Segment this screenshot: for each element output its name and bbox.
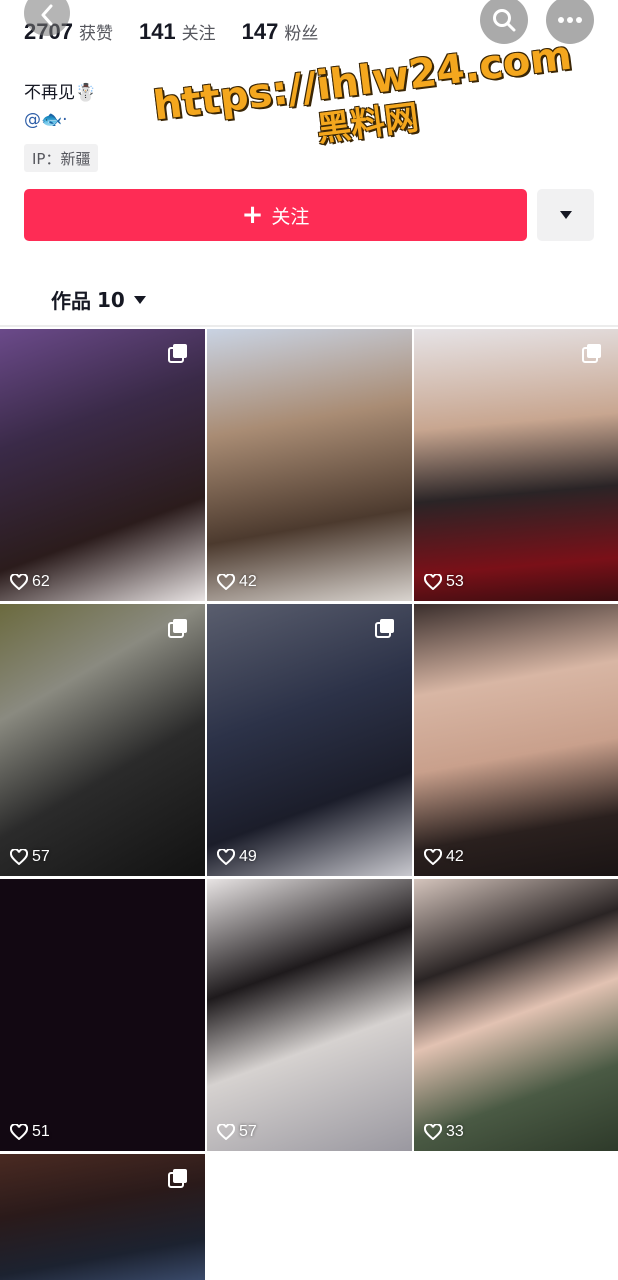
post-thumbnail	[0, 604, 205, 876]
stat-label: 关注	[181, 24, 216, 44]
post-tile[interactable]: 62	[0, 329, 205, 601]
post-likes: 53	[424, 573, 464, 591]
like-count: 42	[446, 848, 464, 865]
multi-image-icon	[168, 1169, 187, 1188]
post-tile[interactable]: 42	[207, 329, 412, 601]
like-count: 49	[239, 848, 257, 865]
divider	[0, 325, 618, 327]
search-icon	[493, 9, 516, 32]
post-likes: 49	[217, 848, 257, 866]
post-tile[interactable]: 49	[207, 604, 412, 876]
multi-image-icon	[168, 344, 187, 363]
back-icon	[41, 4, 53, 26]
heart-icon	[10, 849, 28, 865]
like-count: 53	[446, 573, 464, 590]
post-thumbnail	[414, 604, 618, 876]
heart-icon	[217, 574, 235, 590]
post-tile[interactable]: 57	[207, 879, 412, 1151]
multi-image-icon	[582, 344, 601, 363]
ip-location-tag: IP：新疆	[24, 144, 99, 172]
multi-image-icon	[375, 619, 394, 638]
post-thumbnail	[207, 604, 412, 876]
heart-icon	[424, 574, 442, 590]
post-thumbnail	[0, 879, 205, 1151]
post-tile[interactable]: 53	[414, 329, 618, 601]
like-count: 57	[239, 1123, 257, 1140]
post-likes: 57	[10, 848, 50, 866]
post-likes: 42	[217, 573, 257, 591]
tab-works[interactable]: 作品 10	[51, 285, 147, 314]
stat-followers[interactable]: 147 粉丝	[242, 19, 319, 45]
stat-number: 147	[241, 19, 279, 44]
follow-label: 关注	[271, 205, 310, 228]
heart-icon	[217, 1124, 235, 1140]
nickname: 不再见☃️	[24, 83, 97, 103]
like-count: 62	[32, 573, 50, 590]
post-thumbnail	[414, 879, 618, 1151]
post-likes: 33	[424, 1123, 464, 1141]
profile-stats: 2707 获赞 141 关注 147 粉丝	[24, 14, 344, 50]
watermark: https://ihlw24.com 黑料网	[146, 32, 583, 170]
like-count: 33	[446, 1123, 464, 1140]
like-count: 57	[32, 848, 50, 865]
post-likes: 51	[10, 1123, 50, 1141]
recommend-dropdown-button[interactable]	[537, 189, 594, 241]
stat-number: 141	[138, 19, 176, 44]
stat-following[interactable]: 141 关注	[139, 19, 216, 45]
post-thumbnail	[414, 329, 618, 601]
multi-image-icon	[168, 619, 187, 638]
heart-icon	[217, 849, 235, 865]
heart-icon	[10, 1124, 28, 1140]
tab-label: 作品	[51, 289, 91, 313]
post-tile[interactable]: 57	[0, 604, 205, 876]
post-likes: 42	[424, 848, 464, 866]
search-button[interactable]	[480, 0, 528, 44]
heart-icon	[424, 849, 442, 865]
stat-label: 粉丝	[284, 24, 319, 44]
heart-icon	[10, 574, 28, 590]
post-likes: 57	[217, 1123, 257, 1141]
like-count: 51	[32, 1123, 50, 1140]
post-tile[interactable]: 42	[414, 604, 618, 876]
post-tile[interactable]: 33	[414, 879, 618, 1151]
caret-down-icon	[559, 211, 572, 219]
post-likes: 62	[10, 573, 50, 591]
stat-label: 获赞	[78, 24, 113, 44]
post-thumbnail	[0, 329, 205, 601]
user-handle[interactable]: @🐟·	[24, 110, 68, 130]
post-thumbnail	[207, 329, 412, 601]
more-icon	[558, 17, 582, 23]
follow-button[interactable]: + 关注	[24, 189, 527, 241]
plus-icon: +	[241, 200, 264, 230]
post-tile[interactable]: 51	[0, 879, 205, 1151]
post-thumbnail	[207, 879, 412, 1151]
tab-count: 10	[97, 287, 125, 312]
like-count: 42	[239, 573, 257, 590]
caret-down-icon	[133, 295, 146, 304]
post-tile[interactable]	[0, 1154, 205, 1280]
heart-icon	[424, 1124, 442, 1140]
